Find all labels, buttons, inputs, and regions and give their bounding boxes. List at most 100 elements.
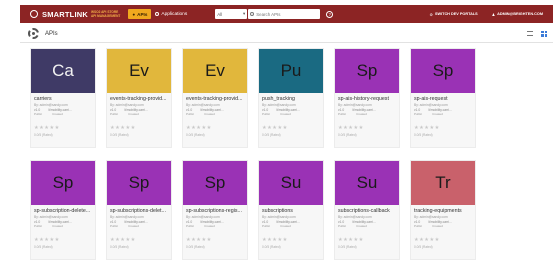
search-scope-value: All xyxy=(217,11,223,17)
api-name-link[interactable]: carriers xyxy=(34,96,92,103)
api-thumbnail-abbreviation: Sp xyxy=(128,173,150,192)
search-icon xyxy=(250,12,255,16)
api-name-link[interactable]: subscriptions xyxy=(262,208,320,215)
api-thumbnail[interactable]: Ev xyxy=(183,49,247,93)
api-visibility: Public xyxy=(110,224,119,228)
switch-portals-icon: ⚙ xyxy=(429,12,433,17)
brand-tagline-line-2: API MANAGEMENT xyxy=(90,14,121,18)
api-name-link[interactable]: sp-subscription-delete... xyxy=(34,208,92,215)
search-scope-select[interactable]: All ▾ xyxy=(215,9,248,19)
api-card[interactable]: Su subscriptions-callback By: admin@sandy.… xyxy=(334,160,400,260)
api-thumbnail[interactable]: Sp xyxy=(335,49,399,93)
grid-view-icon[interactable] xyxy=(541,30,547,37)
api-status: Created xyxy=(52,224,63,228)
api-name-link[interactable]: events-tracking-provid... xyxy=(110,96,168,103)
api-owner: By: admin@sandy.com xyxy=(338,103,372,107)
api-name-link[interactable]: sp-subscriptions-delet... xyxy=(110,208,168,215)
api-owner: By: admin@sandy.com xyxy=(414,103,448,107)
nav-applications-link[interactable]: Applications xyxy=(155,12,187,17)
help-icon[interactable]: ? xyxy=(326,10,334,18)
user-icon: ♟ xyxy=(491,12,496,17)
rating-stars[interactable]: ★★★★★ xyxy=(338,125,396,131)
api-visibility: Public xyxy=(338,224,347,228)
api-owner: By: admin@sandy.com xyxy=(338,215,372,219)
api-status: Created xyxy=(204,224,215,228)
api-name-link[interactable]: subscriptions-callback xyxy=(338,208,396,215)
api-card[interactable]: Sp sp-subscriptions-regis... By: admin@san… xyxy=(182,160,248,260)
api-card[interactable]: Sp sp-subscription-delete... By: admin@san… xyxy=(30,160,96,260)
api-card[interactable]: Sp sp-ais-history-request By: admin@sandy.… xyxy=(334,48,400,148)
api-rating: 0.0/5 (Rated) xyxy=(110,133,129,137)
list-view-icon[interactable] xyxy=(527,30,533,36)
api-name-link[interactable]: push_tracking xyxy=(262,96,320,103)
api-visibility: Public xyxy=(338,112,347,116)
api-thumbnail[interactable]: Sp xyxy=(107,161,171,205)
api-thumbnail-abbreviation: Sp xyxy=(52,173,74,192)
rating-stars[interactable]: ★★★★★ xyxy=(262,237,320,243)
rating-stars[interactable]: ★★★★★ xyxy=(414,237,472,243)
api-visibility: Public xyxy=(262,224,271,228)
api-thumbnail-abbreviation: Ev xyxy=(205,61,225,80)
api-thumbnail-abbreviation: Ca xyxy=(52,61,74,80)
api-name-link[interactable]: sp-ais-request xyxy=(414,96,472,103)
api-owner: By: admin@sandy.com xyxy=(34,103,68,107)
rating-stars[interactable]: ★★★★★ xyxy=(186,237,244,243)
api-thumbnail[interactable]: Pu xyxy=(259,49,323,93)
api-status: Created xyxy=(52,112,63,116)
api-thumbnail[interactable]: Ca xyxy=(31,49,95,93)
rating-stars[interactable]: ★★★★★ xyxy=(110,125,168,131)
api-visibility: Public xyxy=(262,112,271,116)
rating-stars[interactable]: ★★★★★ xyxy=(338,237,396,243)
api-card[interactable]: Pu push_tracking By: admin@sandy.com v1.0/t… xyxy=(258,48,324,148)
api-rating: 0.0/5 (Rated) xyxy=(414,245,433,249)
user-links: ⚙ SWITCH DEV PORTALS ♟ ADMIN@BRIGHTEN.CO… xyxy=(430,12,543,17)
api-thumbnail[interactable]: Su xyxy=(335,161,399,205)
api-card[interactable]: Tr tracking-equipments By: admin@sandy.com… xyxy=(410,160,476,260)
api-owner: By: admin@sandy.com xyxy=(110,215,144,219)
rating-stars[interactable]: ★★★★★ xyxy=(186,125,244,131)
search-input[interactable] xyxy=(256,10,317,18)
api-rating: 0.0/5 (Rated) xyxy=(262,133,281,137)
api-thumbnail[interactable]: Sp xyxy=(31,161,95,205)
switch-dev-portals-label: SWITCH DEV PORTALS xyxy=(434,12,478,16)
api-name-link[interactable]: sp-subscriptions-regis... xyxy=(186,208,244,215)
rating-stars[interactable]: ★★★★★ xyxy=(110,237,168,243)
api-rating: 0.0/5 (Rated) xyxy=(414,133,433,137)
nav-apis-button[interactable]: ● APIs xyxy=(128,9,152,19)
api-card[interactable]: Sp sp-subscriptions-delet... By: admin@san… xyxy=(106,160,172,260)
api-name-link[interactable]: events-tracking-provid... xyxy=(186,96,244,103)
api-card[interactable]: Ca carriers By: admin@sandy.com v1.0/t/mobi… xyxy=(30,48,96,148)
api-name-link[interactable]: sp-ais-history-request xyxy=(338,96,396,103)
api-visibility: Public xyxy=(414,224,423,228)
api-card[interactable]: Su subscriptions By: admin@sandy.com v1.0/t… xyxy=(258,160,324,260)
switch-dev-portals-link[interactable]: ⚙ SWITCH DEV PORTALS xyxy=(430,12,478,17)
api-thumbnail-abbreviation: Su xyxy=(280,173,302,192)
api-owner: By: admin@sandy.com xyxy=(414,215,448,219)
rating-stars[interactable]: ★★★★★ xyxy=(34,237,92,243)
page-title: APIs xyxy=(45,30,58,37)
api-rating: 0.0/5 (Rated) xyxy=(110,245,129,249)
api-visibility: Public xyxy=(414,112,423,116)
api-status: Created xyxy=(432,112,443,116)
api-thumbnail[interactable]: Su xyxy=(259,161,323,205)
api-name-link[interactable]: tracking-equipments xyxy=(414,208,472,215)
api-rating: 0.0/5 (Rated) xyxy=(338,133,357,137)
api-thumbnail[interactable]: Ev xyxy=(107,49,171,93)
api-owner: By: admin@sandy.com xyxy=(262,215,296,219)
rating-stars[interactable]: ★★★★★ xyxy=(34,125,92,131)
api-owner: By: admin@sandy.com xyxy=(110,103,144,107)
api-card[interactable]: Ev events-tracking-provid... By: admin@san… xyxy=(182,48,248,148)
api-thumbnail[interactable]: Sp xyxy=(411,49,475,93)
user-menu[interactable]: ♟ ADMIN@BRIGHTEN.COM xyxy=(492,12,543,17)
api-thumbnail[interactable]: Tr xyxy=(411,161,475,205)
api-thumbnail-abbreviation: Sp xyxy=(356,61,378,80)
api-owner: By: admin@sandy.com xyxy=(186,215,220,219)
api-status: Created xyxy=(128,224,139,228)
api-card[interactable]: Ev events-tracking-provid... By: admin@san… xyxy=(106,48,172,148)
rating-stars[interactable]: ★★★★★ xyxy=(414,125,472,131)
api-card[interactable]: Sp sp-ais-request By: admin@sandy.com v1.0/… xyxy=(410,48,476,148)
rating-stars[interactable]: ★★★★★ xyxy=(262,125,320,131)
brand-logo[interactable]: SMARTLINK WSO2 API STORE API MANAGEMENT xyxy=(30,5,120,23)
api-thumbnail[interactable]: Sp xyxy=(183,161,247,205)
api-owner: By: admin@sandy.com xyxy=(34,215,68,219)
